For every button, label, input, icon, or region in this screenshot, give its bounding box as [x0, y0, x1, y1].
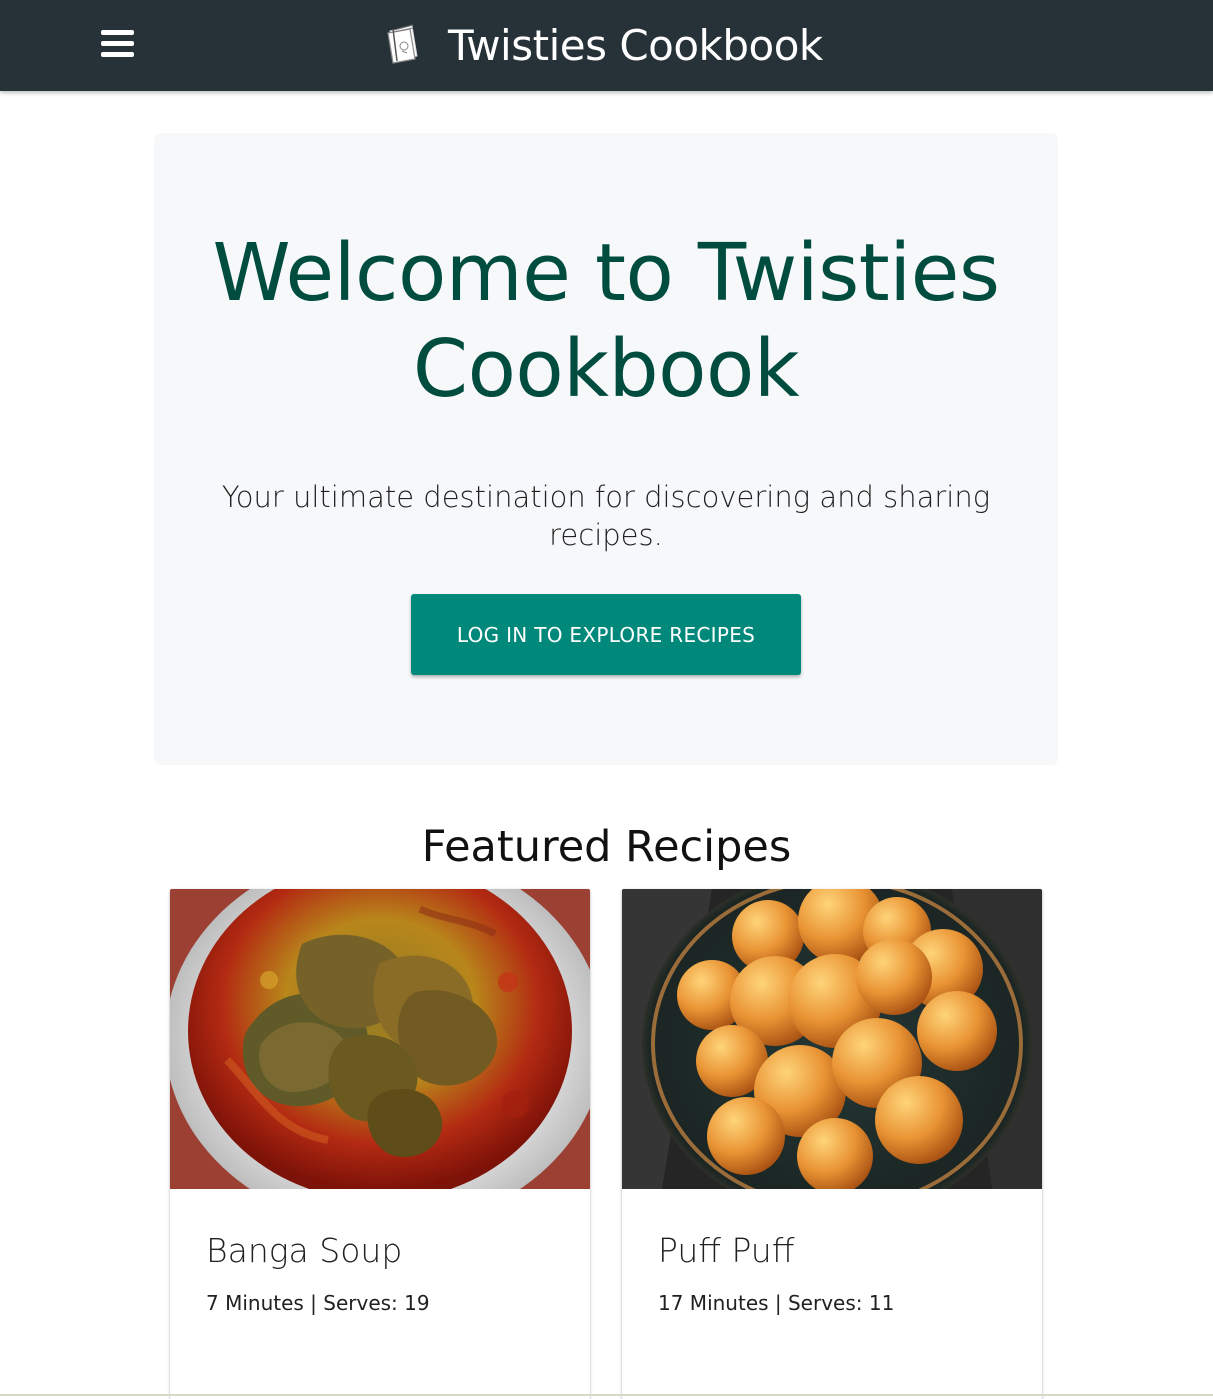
hero-subtitle: Your ultimate destination for discoverin… — [221, 480, 991, 552]
cookbook-logo-icon — [387, 24, 418, 64]
recipe-meta: 17 Minutes | Serves: 11 — [658, 1291, 895, 1315]
welcome-hero: Welcome to Twisties Cookbook Your ultima… — [154, 133, 1058, 765]
recipe-title: Puff Puff — [658, 1231, 795, 1270]
login-explore-button[interactable]: LOG IN TO EXPLORE RECIPES — [411, 594, 801, 675]
hero-title: Welcome to Twisties Cookbook — [212, 227, 1000, 415]
puff-puff-photo — [622, 889, 1042, 1189]
top-navbar: Twisties Cookbook — [0, 0, 1213, 91]
brand-link[interactable]: Twisties Cookbook — [384, 16, 823, 74]
featured-recipes-heading: Featured Recipes — [421, 822, 792, 872]
recipe-card-banga-soup[interactable]: Banga Soup 7 Minutes | Serves: 19 — [170, 889, 590, 1399]
recipe-meta: 7 Minutes | Serves: 19 — [206, 1291, 430, 1315]
brand-title: Twisties Cookbook — [448, 20, 823, 70]
hamburger-menu-icon[interactable] — [101, 28, 134, 58]
recipe-title: Banga Soup — [206, 1231, 403, 1270]
recipe-card-puff-puff[interactable]: Puff Puff 17 Minutes | Serves: 11 — [622, 889, 1042, 1399]
banga-soup-photo — [170, 889, 590, 1189]
